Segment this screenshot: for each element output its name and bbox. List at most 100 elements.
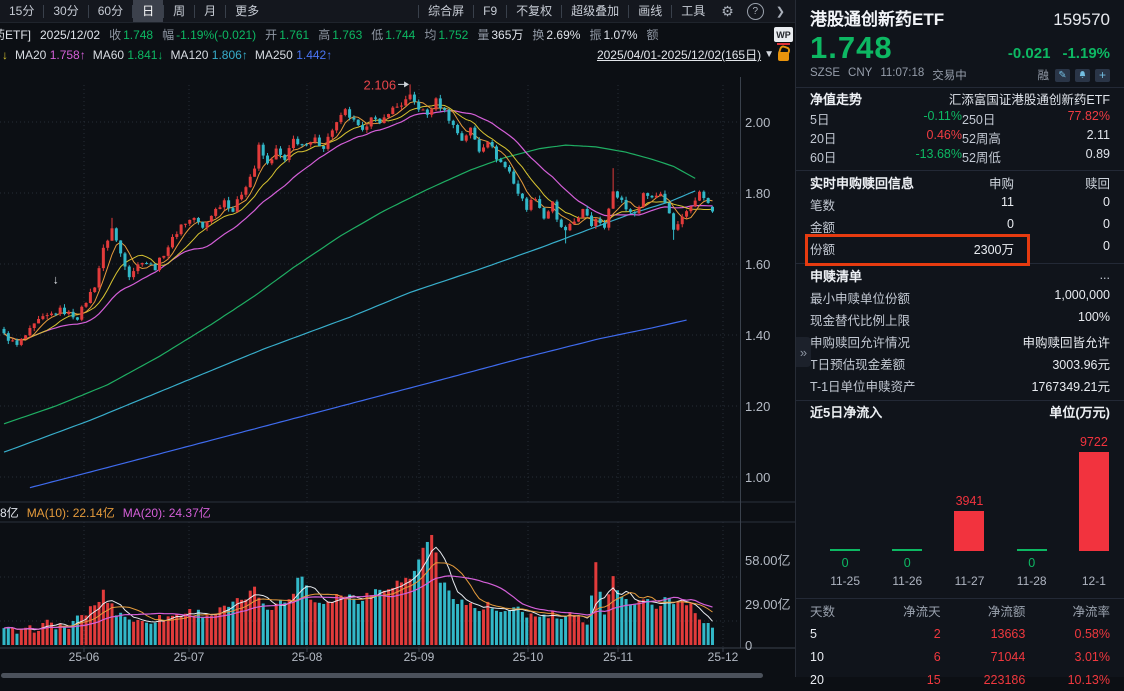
alert-bell-icon[interactable] — [1075, 69, 1090, 82]
list-value: 3003.96元 — [1052, 354, 1110, 373]
flow-table-row: 52136630.58% — [810, 622, 1110, 645]
volume-tick-58.00亿: 58.00亿 — [745, 550, 791, 569]
wencai-wp-icon[interactable]: WP — [774, 27, 793, 42]
list-label: 最小申赎单位份额 — [810, 288, 910, 307]
volume-ma20-label: MA(20): 24.37亿 — [123, 504, 211, 521]
interval-tab-60分[interactable]: 60分 — [89, 0, 132, 22]
ma-label: MA250 — [255, 48, 296, 62]
ma-legend-MA120: MA120 1.806↑ — [170, 48, 247, 62]
quote-fields: 收1.748幅-1.19%(-0.021)开1.761高1.763低1.744均… — [109, 26, 669, 43]
nav-label-2: 52周低 — [962, 147, 1026, 166]
ma-value: 1.758↑ — [50, 48, 86, 62]
ma-legend-MA60: MA60 1.841↓ — [93, 48, 164, 62]
nav-row: 20日0.46%52周高2.11 — [796, 128, 1124, 147]
tool-button-画线[interactable]: 画线 — [629, 0, 671, 22]
quote-field-label: 振 — [589, 28, 601, 42]
edit-pencil-icon[interactable]: ✎ — [1055, 69, 1070, 82]
flow-bar-date: 11-27 — [955, 574, 985, 588]
quote-panel: 港股通创新药ETF 159570 1.748 -0.021 -1.19% SZS… — [795, 0, 1124, 677]
flow-section-header: 近5日净流入 单位(万元) — [796, 401, 1124, 422]
net-inflow-bar-chart: 011-25011-26394111-27011-28972212-1 — [796, 422, 1124, 594]
price-tick-1.80: 1.80 — [745, 186, 770, 201]
security-name: 港股通创新药ETF — [810, 5, 944, 30]
interval-tab-15分[interactable]: 15分 — [0, 0, 43, 22]
nav-value-1: 0.46% — [856, 128, 962, 147]
interval-tab-日[interactable]: 日 — [133, 0, 163, 22]
nav-grid: 20日0.46%52周高2.11 — [810, 128, 1110, 147]
list-rows: 最小申赎单位份额1,000,000现金替代比例上限100%申购赎回允许情况申购赎… — [796, 286, 1124, 396]
quote-prefix: 药ETF] — [0, 26, 31, 43]
price-change-pct: -1.19% — [1062, 45, 1110, 62]
header-icons: 融 ✎ + — [1038, 67, 1111, 83]
realtime-grid: 笔数110 — [810, 195, 1110, 214]
volume-ma10-label: MA(10): 22.14亿 — [27, 504, 115, 521]
nav-grid: 60日-13.68%52周低0.89 — [810, 147, 1110, 166]
list-label: 现金替代比例上限 — [810, 310, 910, 329]
flow-zero-dash — [892, 549, 922, 551]
range-caret-icon[interactable]: ▼ — [764, 49, 774, 60]
unlock-icon[interactable] — [778, 52, 789, 61]
interval-tabs: 15分30分60分日周月更多 — [0, 0, 268, 22]
meta-11:07:18: 11:07:18 — [880, 67, 924, 83]
flow-td: 20 — [810, 673, 856, 687]
tool-button-F9[interactable]: F9 — [474, 0, 506, 22]
list-kv: 最小申赎单位份额1,000,000 — [810, 288, 1110, 307]
list-more-button[interactable]: ... — [1100, 268, 1110, 282]
flow-unit: 单位(万元) — [1049, 402, 1110, 421]
volume-legend: 8亿 MA(10): 22.14亿 MA(20): 24.37亿 — [0, 504, 219, 521]
realtime-section-header: 实时申购赎回信息 申购 赎回 — [796, 171, 1124, 193]
flow-bar-date: 11-26 — [892, 574, 922, 588]
tool-button-不复权[interactable]: 不复权 — [507, 0, 561, 22]
list-row-最小申赎单位份额: 最小申赎单位份额1,000,000 — [796, 286, 1124, 308]
flow-td: 3.01% — [1025, 650, 1110, 664]
date-range-text[interactable]: 2025/04/01-2025/12/02(165日) — [597, 46, 761, 63]
quote-field-value: 2.69% — [546, 28, 580, 42]
add-plus-icon[interactable]: + — [1095, 69, 1110, 82]
list-section-header: 申赎清单 ... — [796, 264, 1124, 286]
tool-button-工具[interactable]: 工具 — [672, 0, 714, 22]
svg-text:2.106: 2.106 — [364, 77, 397, 92]
quote-field-value: 1.744 — [385, 28, 415, 42]
quote-field-label: 量 — [477, 28, 489, 42]
quote-field-高: 高1.763 — [318, 26, 362, 43]
flow-title: 近5日净流入 — [810, 402, 882, 421]
flow-bar-value: 3941 — [956, 494, 984, 508]
interval-tab-周[interactable]: 周 — [164, 0, 194, 22]
list-value: 1767349.21元 — [1031, 376, 1110, 395]
flow-td: 10 — [810, 650, 856, 664]
net-inflow-table: 天数净流天净流额净流率52136630.58%106710443.01%2015… — [796, 599, 1124, 691]
date-range-control[interactable]: 2025/04/01-2025/12/02(165日) ▼ — [597, 46, 789, 63]
flow-bar-date: 11-28 — [1017, 574, 1047, 588]
redeem-value: 0 — [1014, 195, 1110, 214]
kline-chart[interactable]: 2.106↓ — [0, 65, 795, 657]
nav-grid: 5日-0.11%250日77.82% — [810, 109, 1110, 128]
flow-zero-value: 0 — [904, 556, 911, 570]
chevron-right-icon[interactable]: ❯ — [776, 5, 785, 18]
interval-tab-30分[interactable]: 30分 — [44, 0, 87, 22]
subscribe-col-header: 申购 — [918, 173, 1014, 192]
flow-td: 2 — [856, 627, 941, 641]
ma-value: 1.806↑ — [212, 48, 248, 62]
interval-tab-更多[interactable]: 更多 — [226, 0, 268, 22]
realtime-grid: 金额00 — [810, 217, 1110, 236]
interval-tab-月[interactable]: 月 — [195, 0, 225, 22]
nav-label-2: 250日 — [962, 109, 1026, 128]
interval-toolbar: 15分30分60分日周月更多 综合屏F9不复权超级叠加画线工具 ⚙? ❯ — [0, 0, 795, 23]
meta-CNY: CNY — [848, 67, 872, 83]
quote-field-label: 幅 — [162, 28, 174, 42]
quote-field-label: 均 — [424, 28, 436, 42]
quote-field-value: 365万 — [491, 28, 523, 42]
tool-button-超级叠加[interactable]: 超级叠加 — [562, 0, 628, 22]
price-tick-1.60: 1.60 — [745, 257, 770, 272]
fund-full-name: 汇添富国证港股通创新药ETF — [949, 89, 1110, 108]
list-row-T日预估现金差额: T日预估现金差额3003.96元 — [796, 352, 1124, 374]
tool-button-综合屏[interactable]: 综合屏 — [419, 0, 473, 22]
flow-td: 15 — [856, 673, 941, 687]
horizontal-scrollbar[interactable] — [1, 673, 763, 678]
gear-icon[interactable]: ⚙ — [721, 3, 734, 20]
quote-field-均: 均1.752 — [424, 26, 468, 43]
panel-collapse-handle[interactable]: » — [796, 337, 811, 367]
subscribe-value: 0 — [918, 217, 1014, 236]
help-icon[interactable]: ? — [747, 3, 764, 20]
nav-label-1: 20日 — [810, 128, 856, 147]
